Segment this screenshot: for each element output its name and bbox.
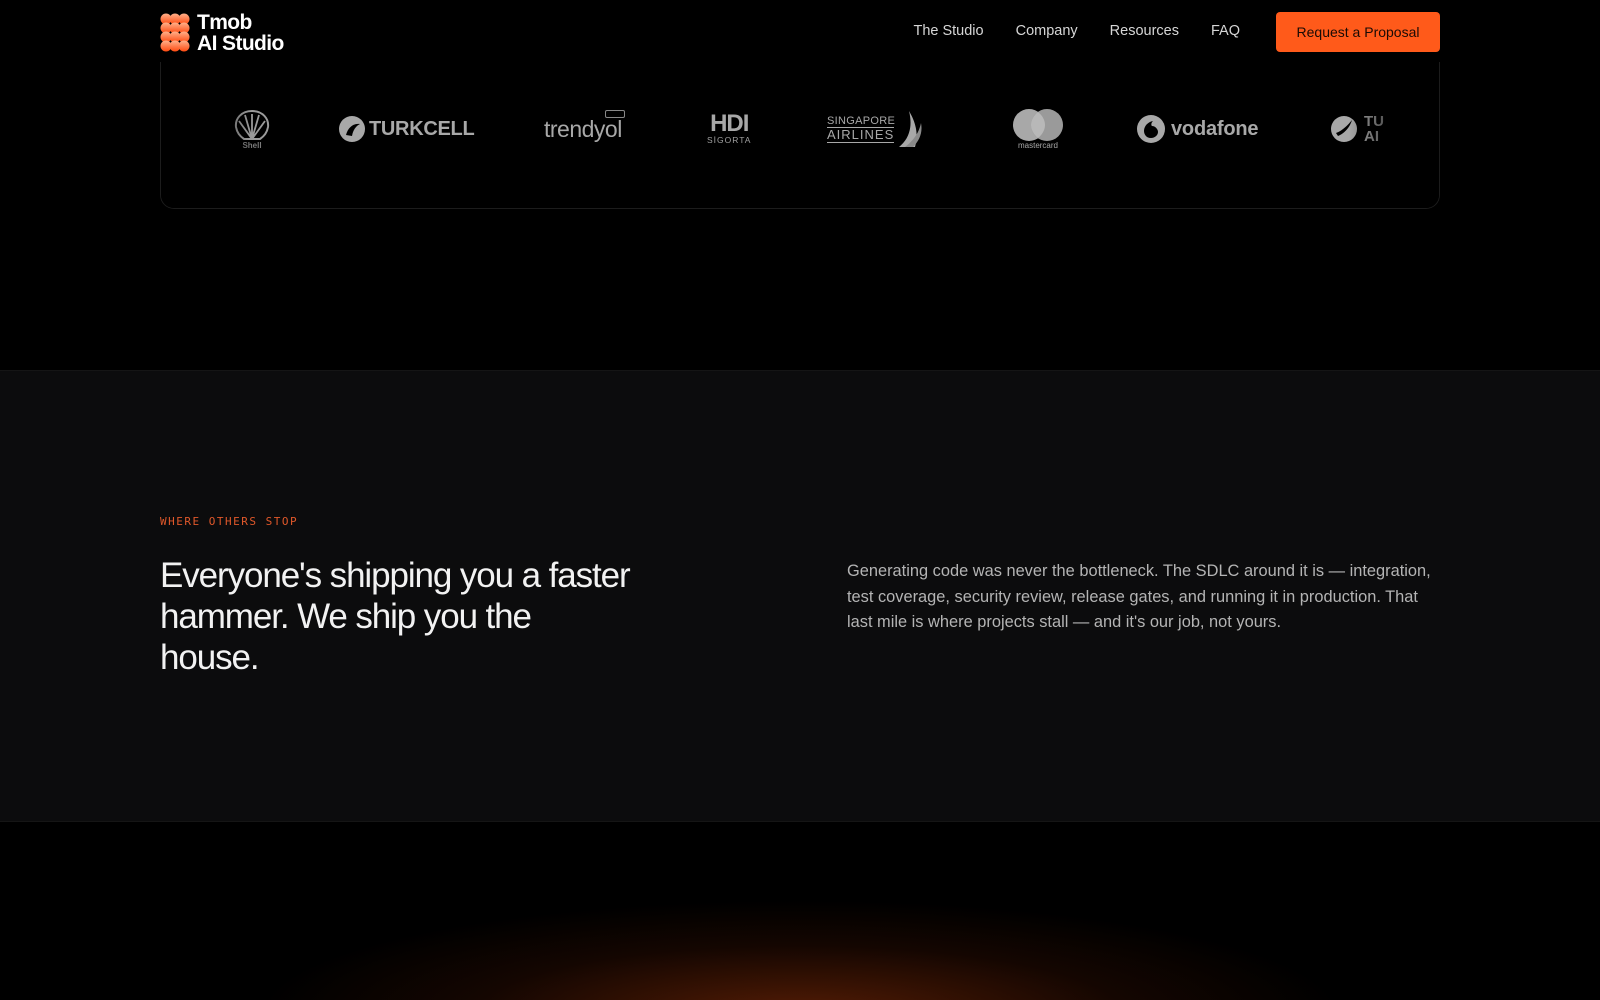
trendyol-logo-label: trendyol	[544, 115, 622, 142]
nav-link-faq[interactable]: FAQ	[1211, 23, 1240, 39]
bottom-glow	[0, 823, 1600, 1000]
trendyol-logo-icon	[605, 110, 625, 118]
vodafone-logo-label: vodafone	[1171, 117, 1259, 140]
client-logo-strip: Shell TURKCELL trendyol HDI SİGORTA SING…	[160, 40, 1440, 209]
strip-fade-right	[1349, 40, 1439, 208]
section-eyebrow: WHERE OTHERS STOP	[160, 515, 299, 528]
client-logo-singapore-airlines: SINGAPORE AIRLINES	[827, 108, 925, 150]
where-others-stop-section: WHERE OTHERS STOP Everyone's shipping yo…	[0, 370, 1600, 822]
mastercard-logo-label: mastercard	[1017, 141, 1058, 150]
client-logo-hdi: HDI SİGORTA	[707, 108, 751, 150]
singapore-airlines-logo-label: SINGAPORE	[827, 115, 896, 127]
turkcell-logo-label: TURKCELL	[369, 117, 475, 140]
nav-link-resources[interactable]: Resources	[1110, 23, 1179, 39]
turkcell-logo-icon	[339, 116, 365, 142]
brand-name-line2: AI Studio	[197, 32, 284, 55]
nav-link-company[interactable]: Company	[1016, 23, 1078, 39]
client-logo-mastercard: mastercard	[1011, 108, 1065, 150]
brand-wordmark: Tmob AI Studio	[197, 12, 284, 54]
section-body: Generating code was never the bottleneck…	[847, 562, 1431, 631]
strip-fade-left	[161, 40, 251, 208]
nav-links: The Studio Company Resources FAQ	[913, 0, 1240, 62]
tmob-logo-icon	[160, 13, 190, 53]
nav-link-the-studio[interactable]: The Studio	[913, 23, 983, 39]
top-nav: Tmob AI Studio The Studio Company Resour…	[0, 0, 1600, 62]
mastercard-logo-icon	[1013, 109, 1063, 141]
singapore-airlines-logo-sublabel: AIRLINES	[827, 127, 895, 143]
brand-logo[interactable]: Tmob AI Studio	[160, 12, 284, 54]
brand-name-line1: Tmob	[197, 11, 252, 34]
vodafone-logo-icon	[1137, 115, 1165, 143]
client-logo-vodafone: vodafone	[1136, 108, 1258, 150]
client-logo-trendyol: trendyol	[544, 108, 625, 150]
section-headline: Everyone's shipping you a faster hammer.…	[160, 556, 631, 677]
singapore-airlines-logo-icon	[899, 111, 922, 147]
request-proposal-button[interactable]: Request a Proposal	[1276, 12, 1440, 52]
hdi-logo-sublabel: SİGORTA	[707, 135, 752, 145]
client-logo-turkcell: TURKCELL	[338, 108, 475, 150]
hdi-logo-label: HDI	[710, 110, 749, 137]
